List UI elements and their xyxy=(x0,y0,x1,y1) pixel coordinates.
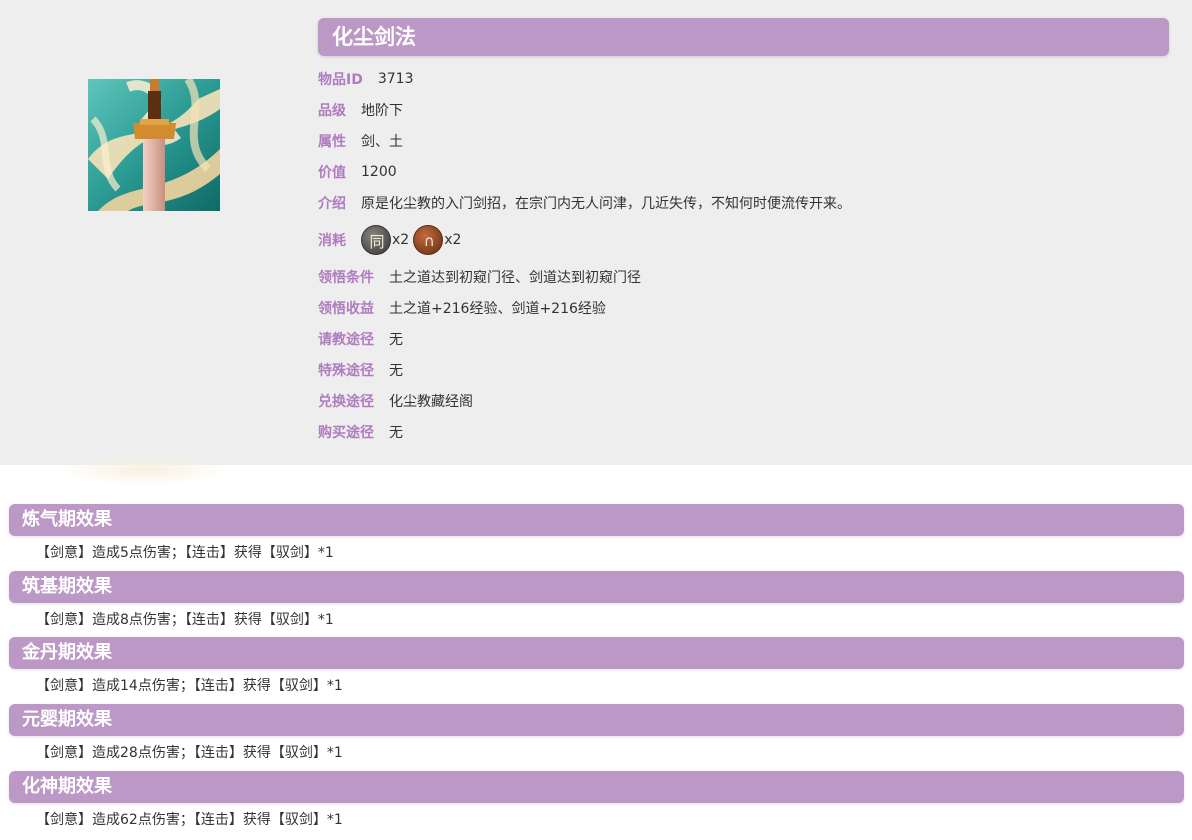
field-value: 剑、土 xyxy=(361,134,403,150)
stage-header-golden-core: 金丹期效果 xyxy=(9,637,1184,669)
field-label: 介绍 xyxy=(318,196,346,212)
field-label: 兑换途径 xyxy=(318,394,374,410)
stage-header-qi-refining: 炼气期效果 xyxy=(9,504,1184,536)
field-label: 特殊途径 xyxy=(318,363,374,379)
field-grade: 品级 地阶下 xyxy=(318,99,403,121)
cost-count: x2 xyxy=(444,232,462,248)
stage-effect: 【剑意】造成8点伤害；【连击】获得【驭剑】*1 xyxy=(36,612,334,628)
field-consult-source: 请教途径 无 xyxy=(318,328,403,350)
cost-count: x2 xyxy=(392,232,410,248)
background-decoration xyxy=(60,455,230,485)
field-label: 属性 xyxy=(318,134,346,150)
field-value: 无 xyxy=(389,425,403,441)
field-label: 领悟条件 xyxy=(318,270,374,286)
field-value: 土之道+216经验、剑道+216经验 xyxy=(389,301,606,317)
field-value: 原是化尘教的入门剑招，在宗门内无人问津，几近失传，不知何时便流传开来。 xyxy=(361,196,851,212)
stage-effect: 【剑意】造成28点伤害；【连击】获得【驭剑】*1 xyxy=(36,745,343,761)
field-value: 无 xyxy=(389,332,403,348)
stage-header-nascent-soul: 元婴期效果 xyxy=(9,704,1184,736)
field-purchase-source: 购买途径 无 xyxy=(318,421,403,443)
field-description: 介绍 原是化尘教的入门剑招，在宗门内无人问津，几近失传，不知何时便流传开来。 xyxy=(318,192,851,214)
stage-effect: 【剑意】造成62点伤害；【连击】获得【驭剑】*1 xyxy=(36,812,343,828)
field-value: 无 xyxy=(389,363,403,379)
grey-token-icon[interactable]: 同 xyxy=(361,225,391,255)
field-cost: 消耗 同 x2 ∩ x2 xyxy=(318,224,465,256)
field-label: 领悟收益 xyxy=(318,301,374,317)
item-detail-card: 化尘剑法 物品ID 3713 品级 地阶下 属性 剑、土 价值 1200 介绍 … xyxy=(0,0,1192,465)
field-value: 土之道达到初窥门径、剑道达到初窥门径 xyxy=(389,270,641,286)
field-item-id: 物品ID 3713 xyxy=(318,68,413,90)
field-price: 价值 1200 xyxy=(318,161,397,183)
field-label: 消耗 xyxy=(318,233,346,249)
stage-effect: 【剑意】造成5点伤害；【连击】获得【驭剑】*1 xyxy=(36,545,334,561)
field-label: 物品ID xyxy=(318,72,363,88)
brown-token-icon[interactable]: ∩ xyxy=(413,225,444,255)
field-value[interactable]: 化尘教藏经阁 xyxy=(389,391,473,411)
field-label: 购买途径 xyxy=(318,425,374,441)
token-glyph: ∩ xyxy=(423,232,435,250)
token-glyph: 同 xyxy=(369,232,385,251)
field-value: 地阶下 xyxy=(361,103,403,119)
field-value: 1200 xyxy=(361,164,397,180)
field-label: 请教途径 xyxy=(318,332,374,348)
stage-header-foundation: 筑基期效果 xyxy=(9,571,1184,603)
stage-header-spirit-transformation: 化神期效果 xyxy=(9,771,1184,803)
field-exchange-source: 兑换途径 化尘教藏经阁 xyxy=(318,390,473,412)
field-value: 3713 xyxy=(377,71,414,87)
field-label: 品级 xyxy=(318,103,346,119)
item-title: 化尘剑法 xyxy=(318,18,1169,56)
field-attribute: 属性 剑、土 xyxy=(318,130,403,152)
stage-effect: 【剑意】造成14点伤害；【连击】获得【驭剑】*1 xyxy=(36,678,343,694)
sword-technique-icon xyxy=(88,79,220,211)
field-special-source: 特殊途径 无 xyxy=(318,359,403,381)
field-comprehension-gain: 领悟收益 土之道+216经验、剑道+216经验 xyxy=(318,297,606,319)
field-comprehension-condition: 领悟条件 土之道达到初窥门径、剑道达到初窥门径 xyxy=(318,266,641,288)
field-label: 价值 xyxy=(318,165,346,181)
